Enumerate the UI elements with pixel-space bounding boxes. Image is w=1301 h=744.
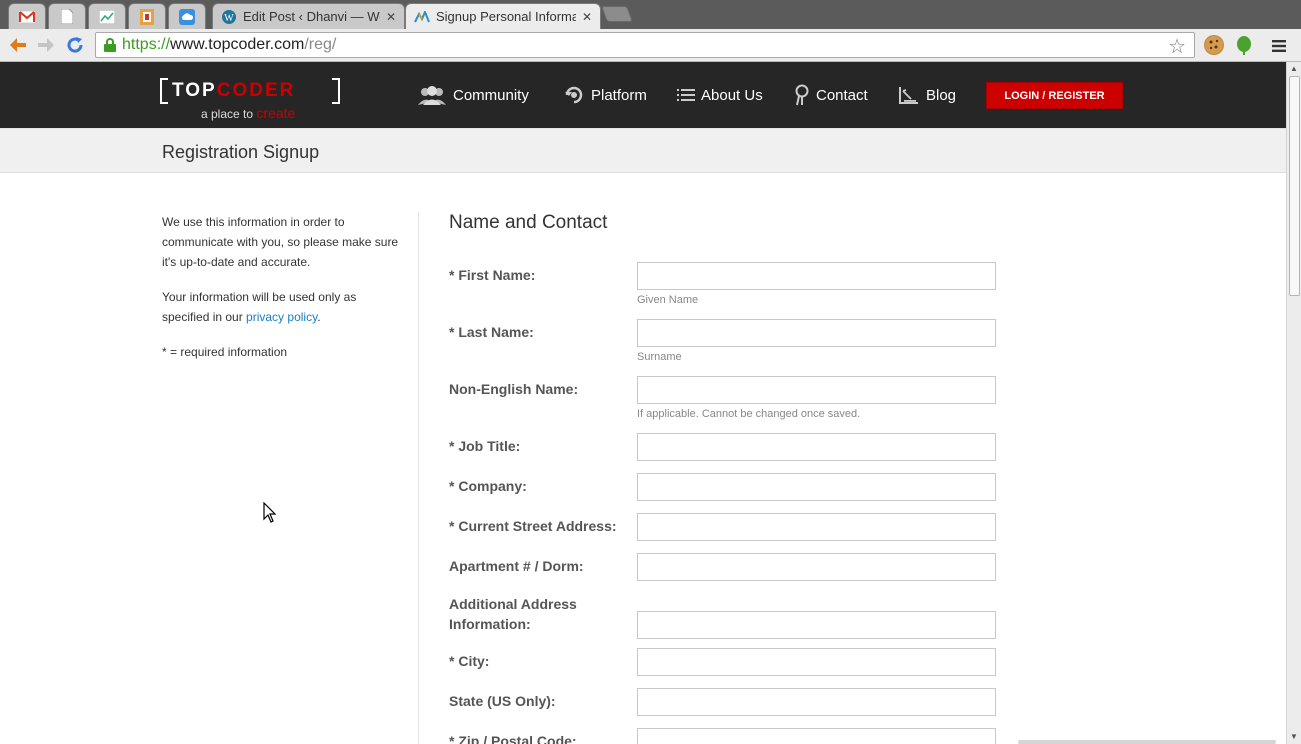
apartment-label: Apartment # / Dorm: xyxy=(449,558,584,574)
last-name-input[interactable] xyxy=(637,319,996,347)
privacy-policy-link[interactable]: privacy policy xyxy=(246,310,317,324)
tab-signup[interactable]: Signup Personal Informati ✕ xyxy=(405,3,601,29)
page-title: Registration Signup xyxy=(162,142,320,162)
back-arrow-icon[interactable] xyxy=(7,34,29,56)
nav-label: Blog xyxy=(926,86,957,104)
nav-contact[interactable]: Contact xyxy=(794,84,868,106)
login-register-button[interactable]: LOGIN / REGISTER xyxy=(986,82,1123,109)
tab-gmail[interactable] xyxy=(8,3,46,29)
nav-label: Platform xyxy=(591,86,647,104)
first-name-input[interactable] xyxy=(637,262,996,290)
url-scheme: https:// xyxy=(122,36,171,53)
browser-toolbar: https://www.topcoder.com/reg/ ☆ xyxy=(0,29,1301,62)
nav-about-us[interactable]: About Us xyxy=(677,84,763,106)
job-title-label: * Job Title: xyxy=(449,438,521,454)
non-english-name-input[interactable] xyxy=(637,376,996,404)
download-shelf-edge xyxy=(1018,740,1276,744)
cookie-extension-icon[interactable] xyxy=(1204,35,1224,55)
page-subheader: Registration Signup xyxy=(0,128,1286,173)
topcoder-logo[interactable]: TOPCODER a place to create xyxy=(160,78,340,122)
job-title-input[interactable] xyxy=(637,433,996,461)
column-divider xyxy=(418,212,419,744)
leaf-extension-icon[interactable] xyxy=(1234,35,1254,55)
info-text: We use this information in order to comm… xyxy=(162,215,399,269)
address-bar[interactable]: https://www.topcoder.com/reg/ ☆ xyxy=(95,32,1195,58)
nav-label: Contact xyxy=(816,86,868,104)
nav-platform[interactable]: Platform xyxy=(563,84,647,106)
scrollbar-thumb[interactable] xyxy=(1289,76,1300,296)
city-label: * City: xyxy=(449,653,490,669)
close-icon[interactable]: ✕ xyxy=(582,10,592,24)
lock-icon xyxy=(104,38,116,52)
nav-community[interactable]: Community xyxy=(417,84,529,106)
company-input[interactable] xyxy=(637,473,996,501)
gmail-icon xyxy=(19,9,35,25)
document-icon xyxy=(59,9,75,25)
form-section-title: Name and Contact xyxy=(449,212,608,233)
wordpress-icon: W xyxy=(221,9,237,25)
first-name-label: * First Name: xyxy=(449,267,536,283)
apartment-input[interactable] xyxy=(637,553,996,581)
new-tab-button[interactable] xyxy=(601,6,633,22)
tab-bookmark-app[interactable] xyxy=(128,3,166,29)
last-name-hint: Surname xyxy=(637,351,682,363)
cloud-icon xyxy=(179,8,195,25)
page-viewport: TOPCODER a place to create Community Pla… xyxy=(0,62,1286,744)
location-pin-icon xyxy=(794,84,810,106)
nav-label: About Us xyxy=(701,86,763,104)
tab-chart[interactable] xyxy=(88,3,126,29)
company-label: * Company: xyxy=(449,478,527,494)
chart-icon xyxy=(99,9,115,25)
tab-label: Edit Post ‹ Dhanvi — Wor xyxy=(243,9,380,24)
url-path: /reg/ xyxy=(304,36,337,53)
required-note: * = required information xyxy=(162,345,288,359)
nav-label: Community xyxy=(453,86,529,104)
blog-icon xyxy=(898,85,920,105)
non-english-name-label: Non-English Name: xyxy=(449,381,579,397)
site-header: TOPCODER a place to create Community Pla… xyxy=(0,62,1286,128)
scroll-up-icon[interactable]: ▲ xyxy=(1290,64,1298,73)
street-address-label: * Current Street Address: xyxy=(449,518,617,534)
nav-blog[interactable]: Blog xyxy=(898,84,956,106)
forward-arrow-icon[interactable] xyxy=(35,34,57,56)
bookmark-star-icon[interactable]: ☆ xyxy=(1168,34,1186,59)
platform-icon xyxy=(563,84,585,106)
list-icon xyxy=(677,88,695,102)
browser-tab-bar: W Edit Post ‹ Dhanvi — Wor ✕ Signup Pers… xyxy=(0,0,1301,29)
topcoder-icon xyxy=(414,9,430,25)
tab-document[interactable] xyxy=(48,3,86,29)
info-sidebar: We use this information in order to comm… xyxy=(162,212,407,377)
community-icon xyxy=(417,85,447,105)
tab-cloud[interactable] xyxy=(168,3,206,29)
privacy-text: Your information will be used only as sp… xyxy=(162,290,357,324)
svg-text:W: W xyxy=(224,13,234,24)
additional-address-input[interactable] xyxy=(637,611,996,639)
tab-wordpress[interactable]: W Edit Post ‹ Dhanvi — Wor ✕ xyxy=(212,3,405,29)
page-scrollbar[interactable]: ▲ ▼ xyxy=(1286,62,1301,744)
state-input[interactable] xyxy=(637,688,996,716)
street-address-input[interactable] xyxy=(637,513,996,541)
mouse-cursor-icon xyxy=(263,501,277,524)
zip-code-label: * Zip / Postal Code: xyxy=(449,733,577,744)
close-icon[interactable]: ✕ xyxy=(386,10,396,24)
tab-label: Signup Personal Informati xyxy=(436,9,576,24)
url-host: www.topcoder.com xyxy=(170,36,305,53)
city-input[interactable] xyxy=(637,648,996,676)
menu-icon[interactable] xyxy=(1268,35,1290,57)
last-name-label: * Last Name: xyxy=(449,324,534,340)
first-name-hint: Given Name xyxy=(637,294,699,306)
additional-address-label: Additional Address Information: xyxy=(449,596,577,632)
reload-icon[interactable] xyxy=(64,34,86,56)
zip-code-input[interactable] xyxy=(637,728,996,744)
bookmark-app-icon xyxy=(139,8,155,25)
scroll-down-icon[interactable]: ▼ xyxy=(1290,732,1298,741)
non-english-name-hint: If applicable. Cannot be changed once sa… xyxy=(637,408,861,420)
state-label: State (US Only): xyxy=(449,693,556,709)
